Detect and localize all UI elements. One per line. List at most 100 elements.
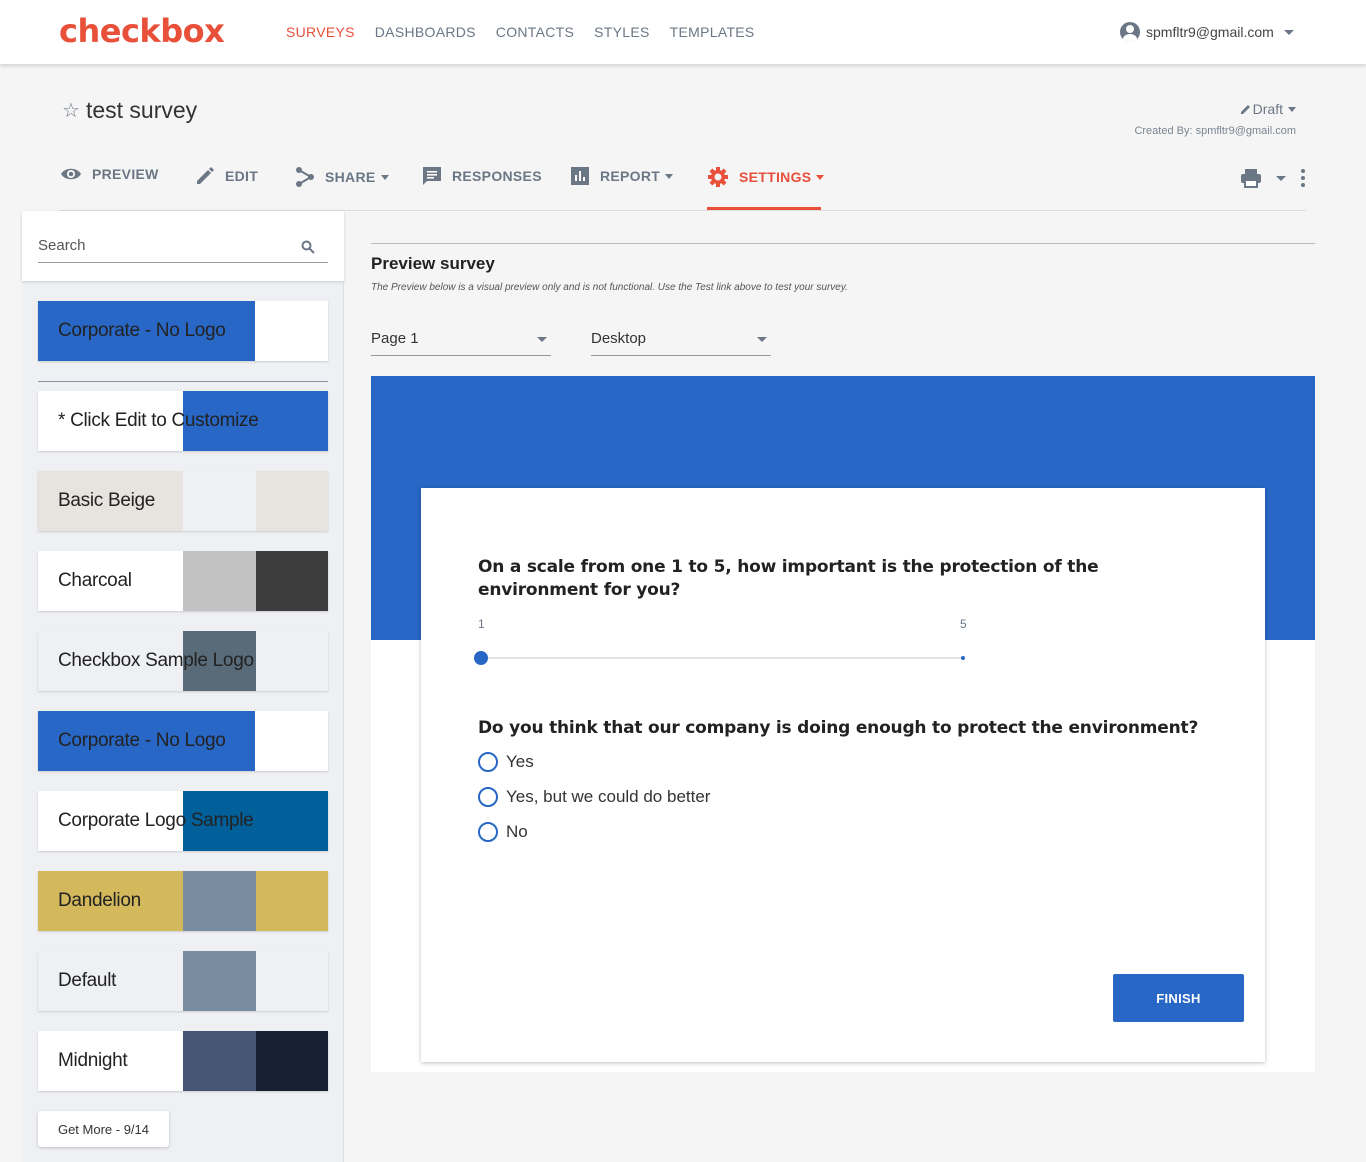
- tab-edit-label: EDIT: [225, 168, 259, 184]
- page-select-value: Page 1: [371, 330, 419, 347]
- question-1: On a scale from one 1 to 5, how importan…: [478, 557, 1099, 600]
- gear-icon: [708, 167, 728, 187]
- chevron-down-icon: [665, 173, 674, 179]
- question-2: Do you think that our company is doing e…: [478, 718, 1199, 738]
- style-card[interactable]: Dandelion: [38, 871, 328, 931]
- device-select[interactable]: Desktop: [591, 330, 771, 356]
- radio-option[interactable]: No: [478, 822, 528, 842]
- tab-settings-label: SETTINGS: [739, 169, 812, 185]
- radio-label: Yes: [506, 752, 534, 771]
- divider: [371, 243, 1315, 244]
- user-menu[interactable]: spmfltr9@gmail.com: [1120, 22, 1294, 42]
- pencil-icon: [197, 167, 214, 184]
- style-name: Corporate - No Logo: [58, 320, 226, 341]
- style-card[interactable]: Corporate - No Logo: [38, 301, 328, 361]
- search-icon[interactable]: [301, 240, 315, 254]
- top-nav: SURVEYS DASHBOARDS CONTACTS STYLES TEMPL…: [286, 24, 755, 40]
- chevron-down-icon: [380, 174, 389, 180]
- account-circle-icon: [1120, 22, 1140, 42]
- eye-icon: [61, 168, 81, 180]
- nav-styles[interactable]: STYLES: [594, 24, 650, 40]
- nav-contacts[interactable]: CONTACTS: [496, 24, 574, 40]
- toolbar-tools: [1240, 168, 1306, 188]
- radio-button[interactable]: [478, 787, 498, 807]
- nav-dashboards[interactable]: DASHBOARDS: [375, 24, 476, 40]
- responses-icon: [423, 167, 441, 185]
- style-swatch: [256, 1031, 328, 1091]
- slider-end-dot: [961, 656, 965, 660]
- style-name: Midnight: [58, 1050, 128, 1071]
- slider-track[interactable]: [482, 657, 962, 659]
- radio-button[interactable]: [478, 752, 498, 772]
- get-more-button[interactable]: Get More - 9/14: [38, 1111, 169, 1147]
- slider-handle[interactable]: [474, 651, 488, 665]
- survey-title: test survey: [85, 97, 198, 123]
- radio-button[interactable]: [478, 822, 498, 842]
- tab-report-label: REPORT: [600, 168, 661, 184]
- tab-report[interactable]: REPORT: [570, 166, 674, 186]
- survey-title-row: ☆ test survey: [62, 97, 197, 124]
- pencil-icon: [1240, 105, 1250, 114]
- survey-card: On a scale from one 1 to 5, how importan…: [421, 488, 1265, 1062]
- style-swatch: [183, 871, 256, 931]
- style-name: * Click Edit to Customize: [58, 410, 259, 431]
- tab-responses[interactable]: RESPONSES: [422, 166, 542, 186]
- user-email: spmfltr9@gmail.com: [1146, 24, 1274, 40]
- style-card[interactable]: Midnight: [38, 1031, 328, 1091]
- page-select[interactable]: Page 1: [371, 330, 551, 356]
- survey-preview-canvas: On a scale from one 1 to 5, how importan…: [371, 376, 1315, 1072]
- style-card[interactable]: Corporate Logo Sample: [38, 791, 328, 851]
- style-swatch: [255, 301, 328, 361]
- style-swatch: [183, 1031, 256, 1091]
- style-card[interactable]: Default: [38, 951, 328, 1011]
- style-card[interactable]: Checkbox Sample Logo: [38, 631, 328, 691]
- radio-option[interactable]: Yes: [478, 752, 534, 772]
- style-name: Basic Beige: [58, 490, 156, 511]
- style-card[interactable]: * Click Edit to Customize: [38, 391, 328, 451]
- style-card[interactable]: Corporate - No Logo: [38, 711, 328, 771]
- chevron-down-icon: [537, 337, 547, 342]
- finish-button[interactable]: FINISH: [1113, 974, 1244, 1022]
- tab-preview[interactable]: PREVIEW: [60, 166, 159, 182]
- style-card[interactable]: Basic Beige: [38, 471, 328, 531]
- bar-chart-icon: [571, 167, 589, 185]
- status-dropdown[interactable]: Draft: [1239, 101, 1296, 117]
- more-vert-icon[interactable]: [1300, 168, 1306, 188]
- chevron-down-icon: [1283, 29, 1294, 35]
- tab-share[interactable]: SHARE: [295, 166, 389, 188]
- nav-surveys[interactable]: SURVEYS: [286, 24, 355, 40]
- styles-sidebar: Search Corporate - No Logo * Click Edit …: [22, 211, 344, 1162]
- nav-templates[interactable]: TEMPLATES: [670, 24, 755, 40]
- tab-edit[interactable]: EDIT: [195, 166, 258, 186]
- style-card[interactable]: Charcoal: [38, 551, 328, 611]
- search-input[interactable]: Search: [38, 233, 328, 263]
- divider: [38, 381, 328, 382]
- style-swatch: [256, 551, 328, 611]
- chevron-down-icon[interactable]: [1276, 175, 1286, 181]
- radio-option[interactable]: Yes, but we could do better: [478, 787, 710, 807]
- slider-max-label: 5: [960, 617, 967, 631]
- tab-preview-label: PREVIEW: [92, 166, 159, 182]
- brand-logo[interactable]: checkbox: [59, 12, 225, 50]
- style-name: Charcoal: [58, 570, 132, 591]
- survey-tabs: PREVIEW EDIT SHARE RESPONSES REPORT SETT…: [60, 160, 1306, 211]
- top-bar: checkbox SURVEYS DASHBOARDS CONTACTS STY…: [0, 0, 1366, 64]
- chevron-down-icon: [1288, 106, 1296, 112]
- status-label: Draft: [1252, 101, 1283, 117]
- style-name: Corporate Logo Sample: [58, 810, 254, 831]
- preview-title: Preview survey: [371, 254, 495, 273]
- print-icon[interactable]: [1240, 168, 1262, 188]
- style-name: Corporate - No Logo: [58, 730, 226, 751]
- search-panel: Search: [22, 211, 344, 281]
- tab-settings[interactable]: SETTINGS: [707, 166, 825, 188]
- style-name: Checkbox Sample Logo: [58, 650, 254, 671]
- style-swatch: [183, 551, 256, 611]
- preview-subtitle: The Preview below is a visual preview on…: [371, 282, 848, 293]
- chevron-down-icon: [757, 337, 767, 342]
- created-by: Created By: spmfltr9@gmail.com: [1134, 125, 1296, 137]
- chevron-down-icon: [816, 174, 825, 180]
- star-icon[interactable]: ☆: [62, 98, 80, 123]
- style-name: Default: [58, 970, 117, 991]
- style-swatch: [255, 711, 328, 771]
- active-tab-indicator: [707, 207, 821, 210]
